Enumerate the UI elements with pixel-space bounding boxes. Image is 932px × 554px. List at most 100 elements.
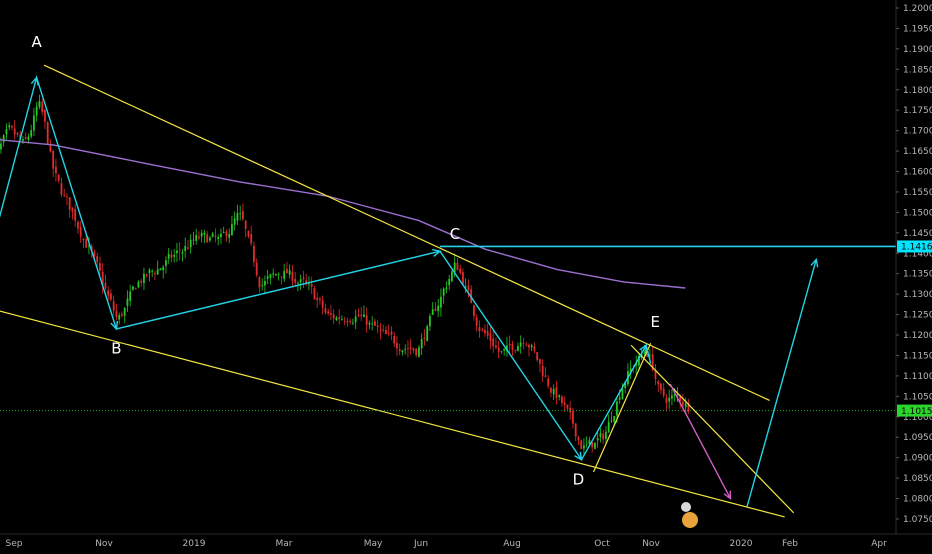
candle-body <box>618 397 621 400</box>
candle-body <box>258 277 261 288</box>
time-tick-label: Mar <box>276 539 293 549</box>
candle-body <box>220 233 222 237</box>
candle-body <box>239 213 242 215</box>
candle-body <box>170 254 173 258</box>
candle-body <box>654 370 657 380</box>
candle-body <box>236 213 239 221</box>
candle-body <box>423 337 426 339</box>
candle-body <box>495 345 497 348</box>
candle-body <box>396 342 398 349</box>
candle-body <box>195 235 198 241</box>
price-tick-label: 1.13000 <box>903 290 932 300</box>
candle-body <box>539 359 541 364</box>
candle-body <box>684 403 687 408</box>
candle-body <box>104 282 107 289</box>
price-tick-label: 1.17000 <box>903 127 932 137</box>
candle-body <box>107 290 110 296</box>
candle-body <box>280 276 283 278</box>
candle-body <box>299 279 302 283</box>
time-tick-label: Sep <box>6 539 23 549</box>
candle-body <box>393 335 396 344</box>
candle-body <box>132 286 134 290</box>
candle-body <box>420 338 423 349</box>
candle-body <box>530 345 533 348</box>
price-tag-resistance-text: 1.14167 <box>901 243 932 253</box>
candle-body <box>503 348 506 351</box>
candle-body <box>335 317 338 321</box>
candle-body <box>459 268 462 273</box>
candle-body <box>682 401 684 406</box>
candle-body <box>338 317 341 319</box>
candle-body <box>112 301 115 311</box>
candle-body <box>478 326 481 332</box>
candle-body <box>497 347 500 352</box>
time-tick-label: 2019 <box>183 539 206 549</box>
candle-body <box>198 236 200 239</box>
candle-body <box>24 137 27 139</box>
candle-body <box>547 378 550 386</box>
candle-body <box>456 262 459 271</box>
candle-body <box>11 126 13 128</box>
candle-body <box>442 288 445 296</box>
candle-body <box>473 305 475 316</box>
candle-body <box>63 194 66 196</box>
candle-body <box>231 224 233 236</box>
candle-body <box>541 365 544 376</box>
candle-body <box>613 416 616 422</box>
candle-body <box>434 308 437 311</box>
candle-body <box>561 396 563 404</box>
candle-body <box>398 349 401 352</box>
candle-body <box>572 411 574 424</box>
candle-body <box>332 314 335 319</box>
candle-body <box>660 383 662 390</box>
candle-body <box>2 135 5 143</box>
price-tag-last-price-text: 1.10152 <box>901 407 932 417</box>
candle-body <box>123 307 126 316</box>
candle-body <box>519 342 522 347</box>
candle-body <box>324 308 327 313</box>
candle-body <box>99 263 101 272</box>
candle-body <box>602 433 605 440</box>
candle-body <box>308 283 310 285</box>
event-icon[interactable] <box>682 512 698 528</box>
candle-body <box>145 274 148 276</box>
candle-body <box>46 122 49 144</box>
candle-body <box>261 284 264 286</box>
candle-body <box>440 296 442 308</box>
candle-body <box>159 268 162 271</box>
wave-label-b: B <box>111 339 121 357</box>
candle-body <box>129 291 132 301</box>
price-tick-label: 1.17500 <box>903 106 932 116</box>
candle-body <box>352 322 354 324</box>
candle-body <box>228 233 231 238</box>
candle-body <box>283 270 286 280</box>
price-tick-label: 1.16500 <box>903 147 932 157</box>
price-chart[interactable]: A B C D E 1.20000 1.19500 1.19000 1.18500 1.1800… <box>0 0 932 550</box>
candle-body <box>41 101 44 112</box>
candle-body <box>357 314 360 317</box>
candle-body <box>621 388 624 399</box>
candle-body <box>616 401 618 416</box>
price-tick-label: 1.11000 <box>903 372 932 382</box>
candle-body <box>605 431 607 439</box>
price-tick-label: 1.18000 <box>903 86 932 96</box>
price-tick-label: 1.14500 <box>903 229 932 239</box>
candle-body <box>418 347 420 357</box>
candle-body <box>552 389 555 395</box>
candle-body <box>277 274 280 275</box>
candle-body <box>481 329 484 331</box>
event-icon[interactable] <box>681 502 691 512</box>
candle-body <box>385 329 387 335</box>
candle-body <box>514 350 517 351</box>
time-tick-label: Feb <box>782 539 798 549</box>
price-tick-label: 1.07500 <box>903 515 932 525</box>
candle-body <box>467 285 470 291</box>
chart-svg[interactable]: A B C D E 1.20000 1.19500 1.19000 1.18500 1.1800… <box>0 0 932 550</box>
candle-body <box>154 273 156 275</box>
candle-body <box>316 297 319 301</box>
candle-body <box>305 280 308 283</box>
candle-body <box>151 270 154 272</box>
candle-body <box>55 166 57 174</box>
candle-body <box>162 267 165 271</box>
candle-body <box>321 300 324 308</box>
